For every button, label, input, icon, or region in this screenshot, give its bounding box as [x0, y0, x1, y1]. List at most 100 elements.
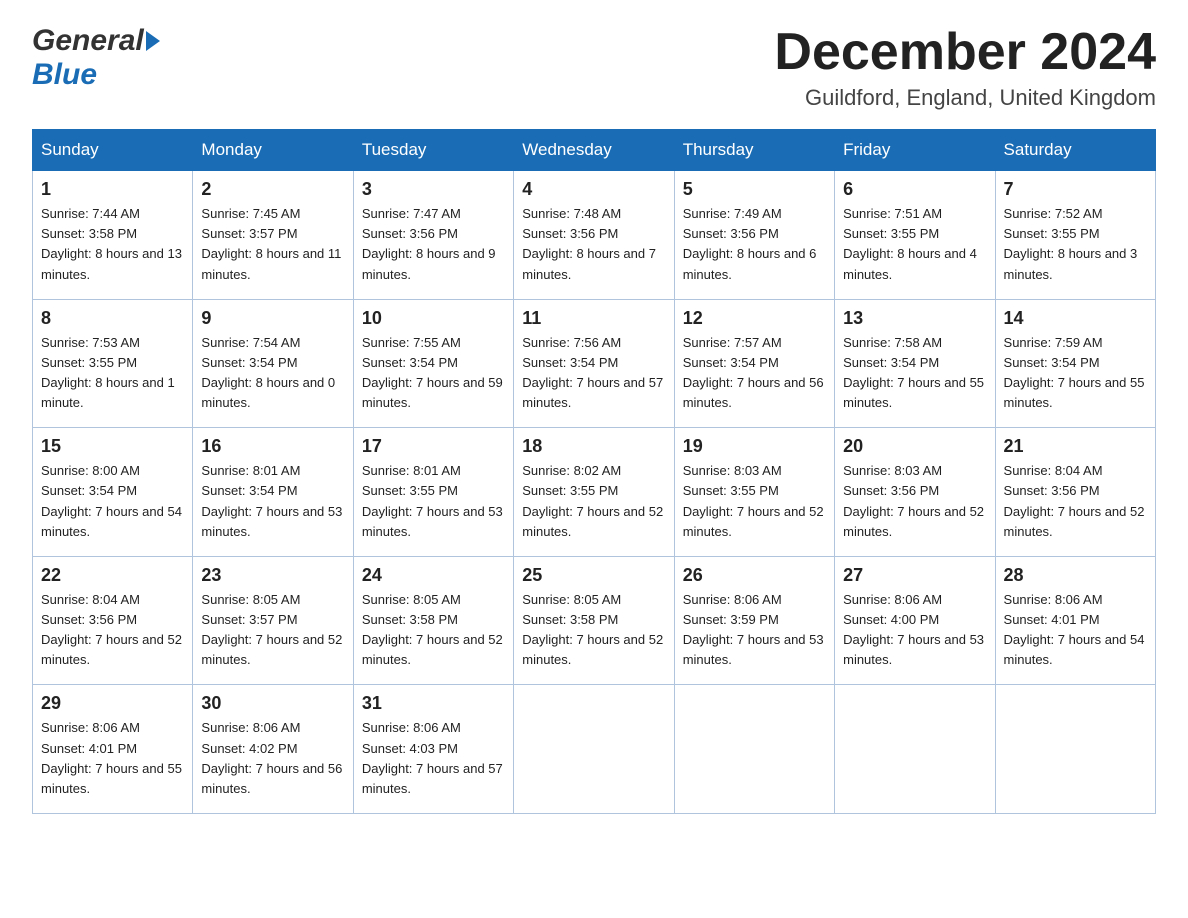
day-info: Sunrise: 8:00 AMSunset: 3:54 PMDaylight:…	[41, 463, 182, 538]
calendar-cell: 18 Sunrise: 8:02 AMSunset: 3:55 PMDayligh…	[514, 428, 674, 557]
day-info: Sunrise: 7:54 AMSunset: 3:54 PMDaylight:…	[201, 335, 335, 410]
calendar-week-row: 15 Sunrise: 8:00 AMSunset: 3:54 PMDayligh…	[33, 428, 1156, 557]
day-number: 15	[41, 436, 184, 457]
calendar-cell: 27 Sunrise: 8:06 AMSunset: 4:00 PMDayligh…	[835, 556, 995, 685]
weekday-header-monday: Monday	[193, 130, 353, 171]
calendar-cell: 16 Sunrise: 8:01 AMSunset: 3:54 PMDayligh…	[193, 428, 353, 557]
day-number: 25	[522, 565, 665, 586]
calendar-table: SundayMondayTuesdayWednesdayThursdayFrid…	[32, 129, 1156, 814]
day-number: 11	[522, 308, 665, 329]
day-number: 31	[362, 693, 505, 714]
day-info: Sunrise: 7:52 AMSunset: 3:55 PMDaylight:…	[1004, 206, 1138, 281]
day-info: Sunrise: 8:04 AMSunset: 3:56 PMDaylight:…	[1004, 463, 1145, 538]
day-number: 24	[362, 565, 505, 586]
calendar-cell: 12Sunrise: 7:57 AMSunset: 3:54 PMDayligh…	[674, 299, 834, 428]
calendar-cell: 17Sunrise: 8:01 AMSunset: 3:55 PMDayligh…	[353, 428, 513, 557]
day-info: Sunrise: 7:51 AMSunset: 3:55 PMDaylight:…	[843, 206, 977, 281]
calendar-cell: 23Sunrise: 8:05 AMSunset: 3:57 PMDayligh…	[193, 556, 353, 685]
day-info: Sunrise: 7:57 AMSunset: 3:54 PMDaylight:…	[683, 335, 824, 410]
day-info: Sunrise: 7:55 AMSunset: 3:54 PMDaylight:…	[362, 335, 503, 410]
calendar-cell: 19 Sunrise: 8:03 AMSunset: 3:55 PMDayligh…	[674, 428, 834, 557]
day-info: Sunrise: 8:04 AMSunset: 3:56 PMDaylight:…	[41, 592, 182, 667]
calendar-week-row: 29 Sunrise: 8:06 AMSunset: 4:01 PMDayligh…	[33, 685, 1156, 814]
calendar-cell	[674, 685, 834, 814]
day-info: Sunrise: 8:01 AMSunset: 3:54 PMDaylight:…	[201, 463, 342, 538]
weekday-header-row: SundayMondayTuesdayWednesdayThursdayFrid…	[33, 130, 1156, 171]
day-number: 7	[1004, 179, 1147, 200]
day-number: 21	[1004, 436, 1147, 457]
calendar-cell: 3 Sunrise: 7:47 AMSunset: 3:56 PMDaylight…	[353, 171, 513, 300]
day-number: 27	[843, 565, 986, 586]
day-number: 2	[201, 179, 344, 200]
calendar-cell: 10Sunrise: 7:55 AMSunset: 3:54 PMDayligh…	[353, 299, 513, 428]
day-number: 1	[41, 179, 184, 200]
calendar-cell: 29 Sunrise: 8:06 AMSunset: 4:01 PMDayligh…	[33, 685, 193, 814]
logo-general-text: General	[32, 24, 144, 58]
day-number: 5	[683, 179, 826, 200]
day-info: Sunrise: 8:06 AMSunset: 3:59 PMDaylight:…	[683, 592, 824, 667]
day-number: 18	[522, 436, 665, 457]
day-info: Sunrise: 8:05 AMSunset: 3:58 PMDaylight:…	[522, 592, 663, 667]
calendar-cell: 2Sunrise: 7:45 AMSunset: 3:57 PMDaylight…	[193, 171, 353, 300]
calendar-cell: 26 Sunrise: 8:06 AMSunset: 3:59 PMDayligh…	[674, 556, 834, 685]
day-info: Sunrise: 8:06 AMSunset: 4:01 PMDaylight:…	[1004, 592, 1145, 667]
day-number: 26	[683, 565, 826, 586]
day-info: Sunrise: 7:49 AMSunset: 3:56 PMDaylight:…	[683, 206, 817, 281]
calendar-cell: 30 Sunrise: 8:06 AMSunset: 4:02 PMDayligh…	[193, 685, 353, 814]
calendar-cell: 24Sunrise: 8:05 AMSunset: 3:58 PMDayligh…	[353, 556, 513, 685]
calendar-cell: 25 Sunrise: 8:05 AMSunset: 3:58 PMDayligh…	[514, 556, 674, 685]
day-info: Sunrise: 7:47 AMSunset: 3:56 PMDaylight:…	[362, 206, 496, 281]
day-info: Sunrise: 8:06 AMSunset: 4:03 PMDaylight:…	[362, 720, 503, 795]
title-area: December 2024 Guildford, England, United…	[774, 24, 1156, 111]
calendar-cell: 21 Sunrise: 8:04 AMSunset: 3:56 PMDayligh…	[995, 428, 1155, 557]
location-title: Guildford, England, United Kingdom	[774, 85, 1156, 111]
day-number: 28	[1004, 565, 1147, 586]
calendar-cell: 6Sunrise: 7:51 AMSunset: 3:55 PMDaylight…	[835, 171, 995, 300]
day-number: 29	[41, 693, 184, 714]
calendar-cell: 15 Sunrise: 8:00 AMSunset: 3:54 PMDayligh…	[33, 428, 193, 557]
page-header: General Blue December 2024 Guildford, En…	[32, 24, 1156, 111]
day-number: 20	[843, 436, 986, 457]
calendar-cell	[514, 685, 674, 814]
day-info: Sunrise: 8:06 AMSunset: 4:00 PMDaylight:…	[843, 592, 984, 667]
day-number: 30	[201, 693, 344, 714]
calendar-cell: 11 Sunrise: 7:56 AMSunset: 3:54 PMDayligh…	[514, 299, 674, 428]
day-info: Sunrise: 8:03 AMSunset: 3:55 PMDaylight:…	[683, 463, 824, 538]
day-number: 3	[362, 179, 505, 200]
calendar-cell	[995, 685, 1155, 814]
day-number: 9	[201, 308, 344, 329]
calendar-cell: 5 Sunrise: 7:49 AMSunset: 3:56 PMDaylight…	[674, 171, 834, 300]
day-info: Sunrise: 7:59 AMSunset: 3:54 PMDaylight:…	[1004, 335, 1145, 410]
day-number: 17	[362, 436, 505, 457]
weekday-header-tuesday: Tuesday	[353, 130, 513, 171]
calendar-week-row: 8 Sunrise: 7:53 AMSunset: 3:55 PMDaylight…	[33, 299, 1156, 428]
calendar-cell: 13Sunrise: 7:58 AMSunset: 3:54 PMDayligh…	[835, 299, 995, 428]
day-number: 13	[843, 308, 986, 329]
calendar-week-row: 22 Sunrise: 8:04 AMSunset: 3:56 PMDayligh…	[33, 556, 1156, 685]
day-info: Sunrise: 8:05 AMSunset: 3:57 PMDaylight:…	[201, 592, 342, 667]
weekday-header-wednesday: Wednesday	[514, 130, 674, 171]
day-info: Sunrise: 8:02 AMSunset: 3:55 PMDaylight:…	[522, 463, 663, 538]
calendar-cell: 14 Sunrise: 7:59 AMSunset: 3:54 PMDayligh…	[995, 299, 1155, 428]
logo: General Blue	[32, 24, 160, 92]
month-title: December 2024	[774, 24, 1156, 81]
calendar-cell	[835, 685, 995, 814]
calendar-cell: 22 Sunrise: 8:04 AMSunset: 3:56 PMDayligh…	[33, 556, 193, 685]
weekday-header-saturday: Saturday	[995, 130, 1155, 171]
day-info: Sunrise: 7:56 AMSunset: 3:54 PMDaylight:…	[522, 335, 663, 410]
day-number: 4	[522, 179, 665, 200]
day-number: 19	[683, 436, 826, 457]
calendar-cell: 7 Sunrise: 7:52 AMSunset: 3:55 PMDaylight…	[995, 171, 1155, 300]
day-number: 14	[1004, 308, 1147, 329]
day-number: 8	[41, 308, 184, 329]
calendar-cell: 1Sunrise: 7:44 AMSunset: 3:58 PMDaylight…	[33, 171, 193, 300]
calendar-cell: 8 Sunrise: 7:53 AMSunset: 3:55 PMDaylight…	[33, 299, 193, 428]
day-info: Sunrise: 7:53 AMSunset: 3:55 PMDaylight:…	[41, 335, 175, 410]
day-info: Sunrise: 8:06 AMSunset: 4:01 PMDaylight:…	[41, 720, 182, 795]
calendar-cell: 20Sunrise: 8:03 AMSunset: 3:56 PMDayligh…	[835, 428, 995, 557]
logo-blue-text: Blue	[32, 58, 97, 91]
day-number: 16	[201, 436, 344, 457]
day-info: Sunrise: 8:06 AMSunset: 4:02 PMDaylight:…	[201, 720, 342, 795]
day-number: 22	[41, 565, 184, 586]
weekday-header-sunday: Sunday	[33, 130, 193, 171]
